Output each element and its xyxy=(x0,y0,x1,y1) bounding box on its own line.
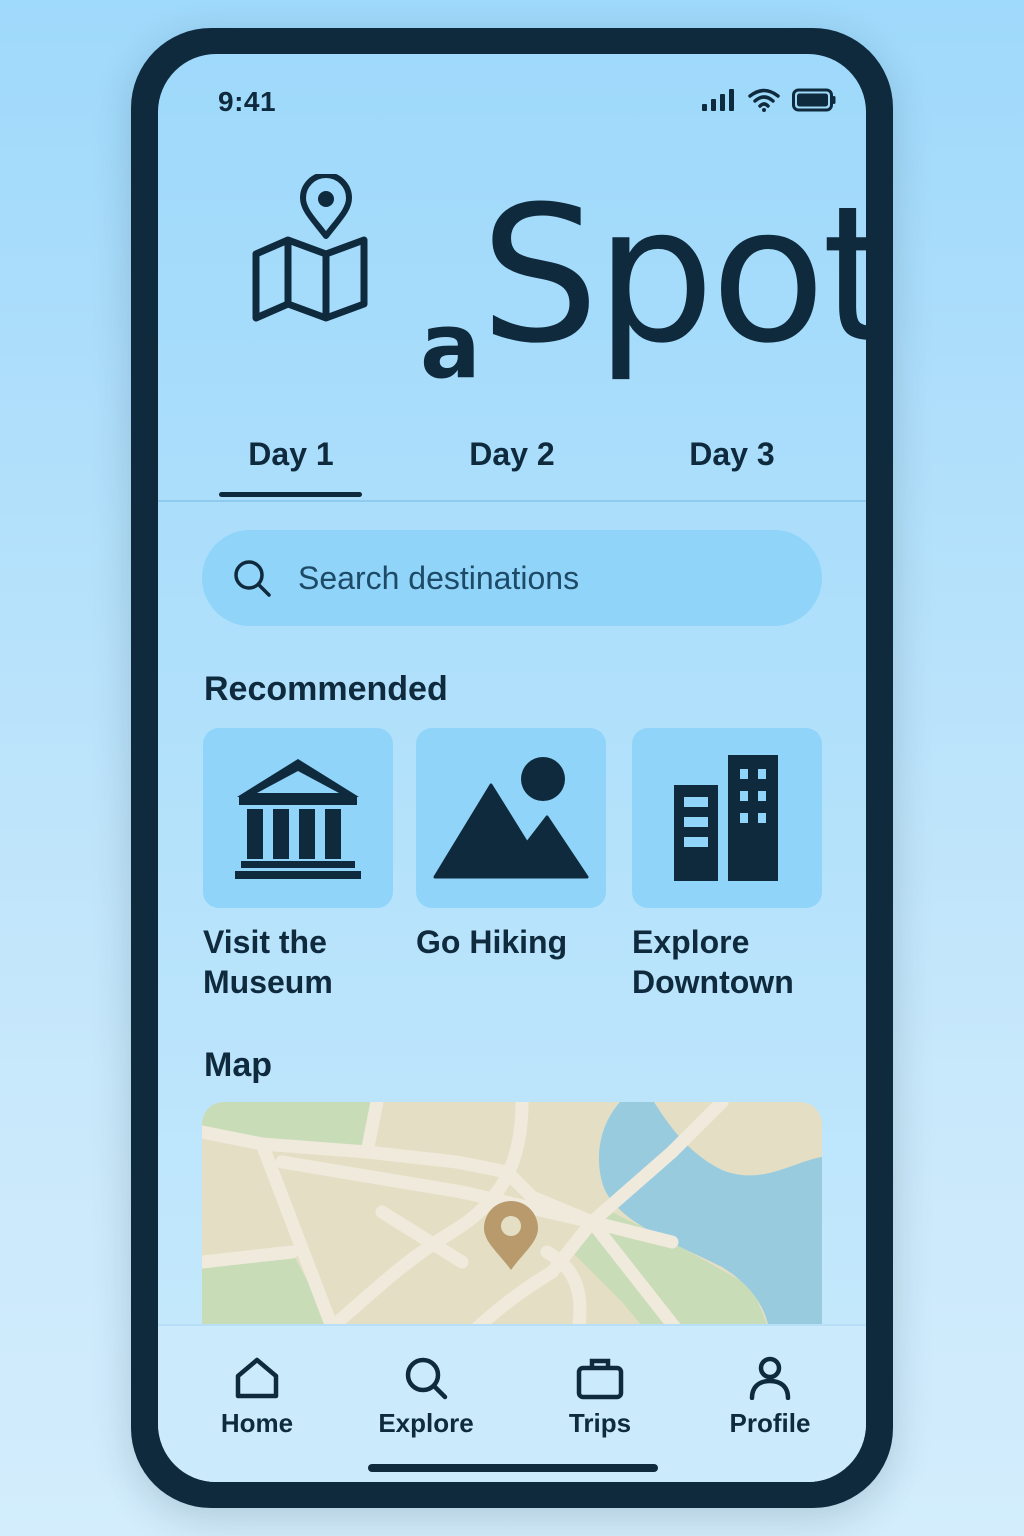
nav-label: Profile xyxy=(729,1408,811,1438)
card-label: Visit the Museum xyxy=(203,922,393,1002)
card-tile xyxy=(632,728,822,908)
recommended-heading: Recommended xyxy=(204,670,448,708)
map-heading: Map xyxy=(204,1046,272,1084)
home-icon xyxy=(235,1357,279,1399)
logo-prefix: a xyxy=(420,294,481,399)
tab-day-3[interactable]: Day 3 xyxy=(622,430,842,498)
home-indicator[interactable] xyxy=(368,1464,658,1472)
wifi-icon xyxy=(748,88,780,112)
map-graphic xyxy=(202,1102,822,1362)
app-screen: 9:41 a Spot Day 1 Day 2 Day 3 Search des… xyxy=(158,54,866,1482)
card-label-line-1: Go Hiking xyxy=(416,924,568,960)
card-label-line-1: Visit the xyxy=(203,924,327,960)
day-tabs: Day 1 Day 2 Day 3 xyxy=(158,430,866,502)
search-icon xyxy=(405,1357,448,1400)
search-bar[interactable] xyxy=(202,530,822,626)
museum-icon xyxy=(235,759,361,879)
search-input[interactable] xyxy=(296,558,780,598)
card-label: Go Hiking xyxy=(416,922,606,962)
app-logo: a Spot xyxy=(248,174,866,404)
nav-profile[interactable]: Profile xyxy=(700,1356,840,1439)
nav-label: Explore xyxy=(378,1408,474,1438)
nav-label: Home xyxy=(220,1408,294,1438)
status-time: 9:41 xyxy=(218,86,277,117)
map-pin-icon xyxy=(252,174,368,322)
card-label: Explore Downtown xyxy=(632,922,822,1002)
tab-day-1[interactable]: Day 1 xyxy=(181,430,401,498)
search-icon xyxy=(234,560,271,597)
logo-wordmark: Spot xyxy=(480,166,866,385)
card-label-line-2: Museum xyxy=(203,964,333,1000)
card-tile xyxy=(203,728,393,908)
card-label-line-1: Explore xyxy=(632,924,750,960)
battery-icon xyxy=(792,88,836,112)
buildings-icon xyxy=(674,755,778,881)
card-explore-downtown[interactable]: Explore Downtown xyxy=(632,728,822,1002)
tab-day-2[interactable]: Day 2 xyxy=(402,430,622,498)
profile-icon xyxy=(749,1356,791,1400)
status-icons xyxy=(702,88,836,112)
nav-trips[interactable]: Trips xyxy=(530,1356,670,1439)
nav-home[interactable]: Home xyxy=(187,1356,327,1439)
card-tile xyxy=(416,728,606,908)
card-visit-museum[interactable]: Visit the Museum xyxy=(203,728,393,1002)
briefcase-icon xyxy=(576,1358,624,1400)
nav-label: Trips xyxy=(568,1408,632,1438)
card-label-line-2: Downtown xyxy=(632,964,794,1000)
active-tab-indicator xyxy=(219,492,362,497)
mountain-icon xyxy=(433,757,589,879)
map-view[interactable] xyxy=(202,1102,822,1362)
bottom-nav: Home Explore Trips Profile xyxy=(158,1324,866,1482)
signal-icon xyxy=(702,89,734,111)
card-go-hiking[interactable]: Go Hiking xyxy=(416,728,606,962)
nav-explore[interactable]: Explore xyxy=(356,1356,496,1439)
